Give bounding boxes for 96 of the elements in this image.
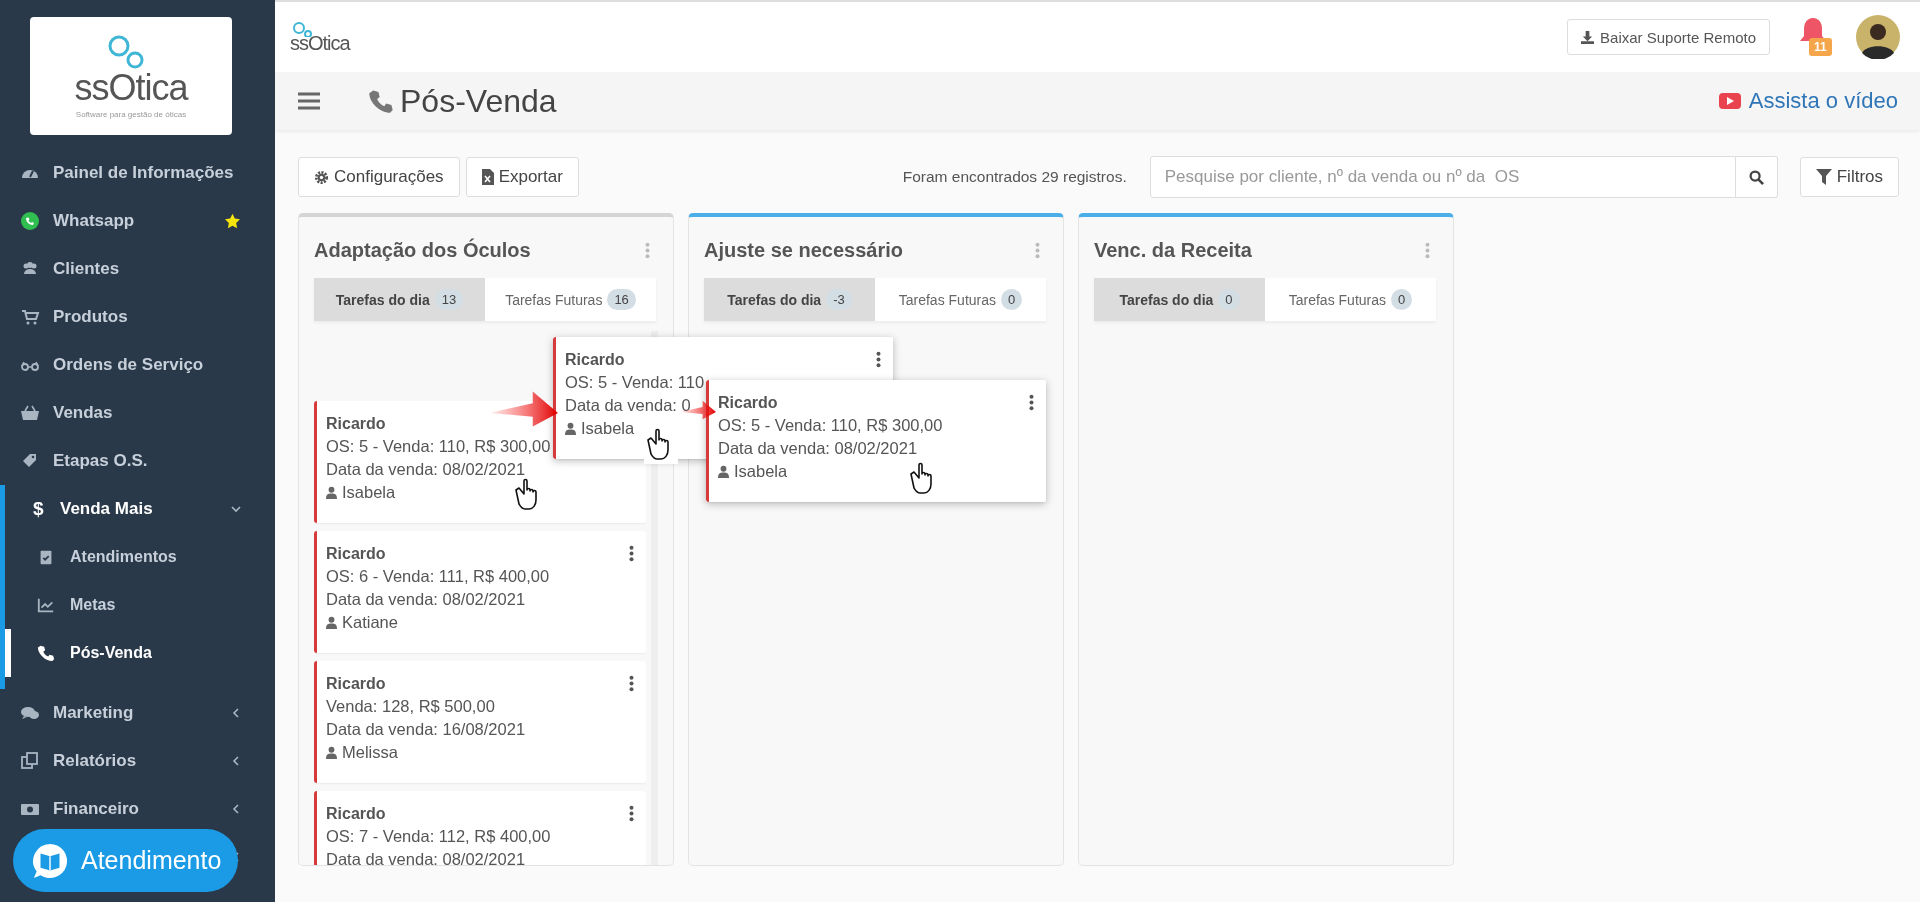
task-tab[interactable]: Tarefas do dia 13 — [314, 278, 485, 321]
task-card[interactable]: Ricardo OS: 6 - Venda: 111, R$ 400,00 Data da venda: 08/02/2021 Katiane — [314, 531, 646, 653]
column-title: Venc. da Receita — [1094, 238, 1252, 262]
search-icon — [1748, 169, 1764, 185]
header-logo[interactable]: ssOtica — [290, 21, 350, 53]
download-icon — [1581, 30, 1595, 44]
phone-icon — [37, 644, 55, 662]
kebab-menu-icon[interactable] — [1029, 394, 1034, 411]
gear-icon — [314, 169, 329, 185]
customer-name: Ricardo — [326, 675, 386, 693]
customer-name: Ricardo — [565, 351, 625, 369]
sale-date: Data da venda: 08/02/2021 — [326, 850, 526, 865]
notification-count: 11 — [1809, 38, 1832, 56]
seller-name: Melissa — [342, 743, 398, 762]
results-count: Foram encontrados 29 registros. — [902, 168, 1127, 186]
task-tab[interactable]: Tarefas Futuras 0 — [1265, 278, 1436, 321]
sidebar-item[interactable]: Relatórios — [0, 737, 275, 785]
phone-icon — [368, 88, 394, 114]
copy-icon — [20, 751, 40, 771]
kebab-menu-icon[interactable] — [629, 545, 634, 562]
sale-details: Venda: 128, R$ 500,00 — [326, 697, 495, 716]
sale-details: OS: 5 - Venda: 110 — [565, 373, 705, 392]
count-badge: 13 — [434, 289, 464, 310]
customer-name: Ricardo — [326, 415, 386, 433]
sidebar-item[interactable]: Ordens de Serviço — [0, 341, 275, 389]
avatar[interactable] — [1856, 15, 1900, 59]
chat-bubble-icon — [20, 211, 40, 231]
sale-date: Data da venda: 08/02/2021 — [326, 590, 526, 609]
search-field[interactable]: Pesquise por cliente, nº da venda ou nº da OS — [1149, 156, 1736, 198]
task-card[interactable]: Ricardo OS: 7 - Venda: 112, R$ 400,00 Data da venda: 08/02/2021 — [314, 791, 646, 865]
spreadsheet-file-icon — [481, 169, 494, 185]
kebab-menu-icon[interactable] — [629, 675, 634, 692]
cart-icon — [20, 307, 40, 327]
sale-details: OS: 5 - Venda: 110, R$ 300,00 — [718, 416, 943, 435]
task-tab[interactable]: Tarefas Futuras 16 — [485, 278, 656, 321]
user-icon — [718, 465, 729, 478]
book-chat-icon — [31, 841, 69, 880]
user-icon — [326, 616, 337, 629]
task-tab[interactable]: Tarefas do dia 0 — [1094, 278, 1265, 321]
line-chart-icon — [37, 596, 55, 614]
sidebar-item[interactable]: Etapas O.S. — [0, 437, 275, 485]
drag-arrow — [680, 398, 716, 422]
count-badge: 16 — [607, 289, 636, 310]
user-icon — [326, 746, 337, 759]
kebab-menu-icon[interactable] — [629, 805, 634, 822]
customer-name: Ricardo — [718, 394, 778, 412]
seller-name: Isabela — [734, 462, 788, 481]
sidebar-item[interactable]: Marketing — [0, 689, 275, 737]
basket-icon — [20, 403, 40, 423]
column-title: Ajuste se necessário — [704, 238, 903, 262]
play-icon — [1718, 93, 1741, 109]
sidebar-item[interactable]: Vendas — [0, 389, 275, 437]
sidebar-subitem[interactable]: Atendimentos — [5, 533, 275, 581]
search-button[interactable] — [1735, 156, 1778, 198]
count-badge: 0 — [1001, 289, 1023, 310]
sidebar-item[interactable]: Painel de Informações — [0, 149, 275, 197]
settings-button[interactable]: Configurações — [298, 157, 460, 197]
task-tab[interactable]: Tarefas Futuras 0 — [875, 278, 1046, 321]
customer-name: Ricardo — [326, 545, 386, 563]
task-card[interactable]: Ricardo Venda: 128, R$ 500,00 Data da venda: 16/08/2021 Melissa — [314, 661, 646, 783]
filter-button[interactable]: Filtros — [1799, 157, 1899, 197]
task-card[interactable]: Ricardo OS: 5 - Venda: 110, R$ 300,00 Data da venda: 08/02/2021 Isabela — [706, 380, 1046, 502]
logo-text: ssOtica — [74, 69, 188, 106]
sidebar-item[interactable]: Produtos — [0, 293, 275, 341]
task-tab[interactable]: Tarefas do dia -3 — [704, 278, 875, 321]
sidebar-item[interactable]: $ Venda Mais — [5, 485, 275, 533]
user-icon — [326, 486, 337, 499]
seller-name: Isabela — [581, 419, 635, 438]
kebab-menu-icon[interactable] — [876, 351, 881, 368]
sidebar-item[interactable]: Whatsapp — [0, 197, 275, 245]
sidebar-subitem[interactable]: Pós-Venda — [5, 629, 275, 677]
menu-icon[interactable] — [298, 92, 320, 110]
user-icon — [565, 422, 576, 435]
dollar-icon: $ — [33, 498, 47, 520]
download-button[interactable]: Baixar Suporte Remoto — [1567, 19, 1770, 55]
count-badge: 0 — [1218, 289, 1240, 310]
filter-icon — [1815, 169, 1832, 185]
seller-name: Katiane — [342, 613, 398, 632]
sale-details: OS: 6 - Venda: 111, R$ 400,00 — [326, 567, 550, 586]
customer-name: Ricardo — [326, 805, 386, 823]
sale-date: Data da venda: 08/02/2021 — [326, 460, 526, 479]
export-button[interactable]: Exportar — [465, 157, 579, 197]
count-badge: -3 — [826, 289, 852, 310]
drag-arrow — [490, 390, 558, 428]
page-title: Pós-Venda — [400, 82, 557, 120]
seller-name: Isabela — [342, 483, 396, 502]
sale-details: OS: 5 - Venda: 110, R$ 300,00 — [326, 437, 551, 456]
sale-date: Data da venda: 08/02/2021 — [718, 439, 918, 458]
logo-tagline: Software para gestão de óticas — [75, 109, 187, 119]
sale-date: Data da venda: 16/08/2021 — [326, 720, 526, 739]
sidebar-item[interactable]: Clientes — [0, 245, 275, 293]
video-link[interactable]: Assista o vídeo — [1718, 88, 1898, 114]
count-badge: 0 — [1391, 289, 1413, 310]
column-title: Adaptação dos Óculos — [314, 238, 531, 262]
sidebar-subitem[interactable]: Metas — [5, 581, 275, 629]
sale-details: OS: 7 - Venda: 112, R$ 400,00 — [326, 827, 551, 846]
